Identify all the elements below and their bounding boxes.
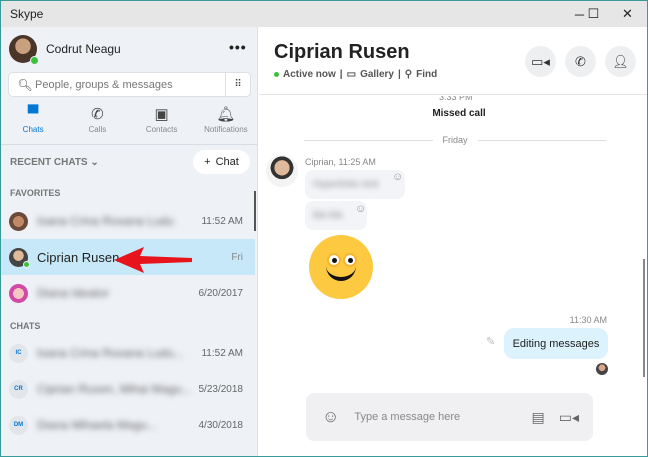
emoji-icon[interactable]: ☺ (322, 407, 339, 427)
react-emoji-icon[interactable]: ☺ (392, 171, 403, 183)
day-label: Friday (442, 135, 468, 145)
more-options-button[interactable]: ••• (229, 39, 247, 55)
contact-name: Diana Ideator (37, 286, 110, 300)
message-text: bla bla (313, 210, 343, 221)
tab-label: Notifications (204, 125, 248, 134)
chat-time: Fri (231, 251, 243, 263)
profile-name: Codrut Neagu (46, 42, 121, 56)
search-box[interactable]: 🔍︎ People, groups & messages ⠿ (8, 72, 251, 97)
gallery-icon: ▭ (346, 69, 357, 80)
chat-time: 5/23/2018 (198, 383, 244, 395)
message-input[interactable]: Type a message here (354, 411, 531, 423)
incoming-message[interactable]: Hyperlinks test (305, 170, 405, 199)
sender-avatar[interactable] (266, 155, 298, 187)
chat-time: 11:52 AM (201, 347, 243, 359)
video-message-icon[interactable]: ▭◂ (559, 409, 579, 426)
media-gallery-icon[interactable]: ▤ (532, 409, 545, 426)
chat-list-item[interactable]: DM Diana Mihaela Magu... 4/30/2018 (1, 407, 255, 443)
read-receipt-avatar (596, 363, 608, 375)
header-divider (259, 94, 647, 95)
avatar (9, 211, 28, 231)
recent-chats-dropdown[interactable]: RECENT CHATS ⌄ (10, 157, 99, 168)
search-input[interactable]: People, groups & messages (35, 79, 225, 91)
message-text: Hyperlinks test (313, 179, 379, 190)
missed-call-notice: Missed call (432, 108, 486, 119)
smiley-emoticon (309, 235, 373, 299)
conversation-title: Ciprian Rusen (274, 41, 410, 63)
day-divider: Friday (304, 135, 607, 145)
audio-call-button[interactable]: ✆ (565, 46, 596, 77)
contact-name: Ioana Crina Roxana Ludu... (37, 346, 184, 360)
skype-window: Skype ─ ☐ ✕ Codrut Neagu ••• 🔍︎ People, … (0, 0, 648, 457)
tab-label: Chats (22, 125, 44, 134)
online-status-icon (30, 56, 39, 65)
earlier-timestamp: 3:33 PM (439, 96, 473, 101)
search-icon: 🔍︎ (17, 77, 33, 92)
chat-list-item[interactable]: Diana Ideator 6/20/2017 (1, 275, 255, 311)
find-link[interactable]: Find (416, 69, 437, 80)
tab-label: Contacts (145, 125, 178, 134)
chat-list-item[interactable]: IC Ioana Crina Roxana Ludu... 11:52 AM (1, 335, 255, 371)
tab-notifications[interactable]: 🔔︎ Notifications (194, 105, 258, 144)
tab-contacts[interactable]: ▣ Contacts (130, 105, 194, 144)
new-chat-button[interactable]: + Chat (193, 150, 250, 174)
add-people-button[interactable]: 👤︎ (605, 46, 636, 77)
avatar-initials: IC (9, 343, 28, 363)
new-chat-label: Chat (215, 156, 239, 168)
my-message-time: 11:30 AM (569, 315, 607, 325)
add-person-icon: 👤︎ (612, 53, 629, 69)
bell-icon: 🔔︎ (216, 106, 236, 123)
window-title: Skype (10, 7, 44, 21)
avatar-initials: DM (9, 415, 28, 435)
gallery-link[interactable]: Gallery (360, 69, 394, 80)
sender-meta: Ciprian, 11:25 AM (305, 157, 376, 167)
tab-calls[interactable]: ✆ Calls (65, 105, 129, 144)
contact-name: Ioana Crina Roxana Ludu (37, 214, 174, 228)
video-call-button[interactable]: ▭◂ (525, 46, 556, 77)
avatar-initials: CR (9, 379, 28, 399)
chat-icon: ▀ (27, 105, 39, 122)
contacts-icon: ▣ (154, 106, 169, 123)
avatar (9, 283, 28, 303)
online-status-icon (23, 260, 30, 268)
message-composer[interactable]: ☺ Type a message here ▤ ▭◂ (306, 393, 593, 441)
favorites-heading: FAVORITES (10, 188, 61, 198)
outgoing-message[interactable]: Editing messages (504, 328, 608, 359)
avatar (9, 247, 30, 268)
plus-icon: + (204, 156, 211, 168)
sidebar-scrollbar[interactable] (254, 191, 256, 231)
chat-list-item[interactable]: CR Ciprian Rusen, Mihai Magu... 5/23/201… (1, 371, 255, 407)
chat-list-item[interactable]: Ioana Crina Roxana Ludu 11:52 AM (1, 203, 255, 239)
avatar (9, 35, 39, 65)
conversation-subtitle: Active now | ▭ Gallery | ⚲ Find (274, 69, 437, 80)
edited-pencil-icon: ✎ (486, 336, 496, 348)
contact-name: Diana Mihaela Magu... (37, 418, 158, 432)
contact-name: Ciprian Rusen, Mihai Magu... (37, 382, 192, 396)
chat-time: 6/20/2017 (198, 287, 244, 299)
sidebar: Codrut Neagu ••• 🔍︎ People, groups & mes… (1, 27, 258, 456)
close-button[interactable]: ✕ (605, 1, 647, 27)
chats-heading: CHATS (10, 321, 41, 331)
conversation-scrollbar[interactable] (643, 259, 645, 377)
tab-chats[interactable]: ▀ Chats (1, 105, 65, 144)
find-icon: ⚲ (404, 69, 413, 80)
red-arrow-annotation (114, 247, 192, 273)
dialpad-icon[interactable]: ⠿ (225, 73, 250, 96)
nav-tabs: ▀ Chats ✆ Calls ▣ Contacts 🔔︎ Notifications (1, 105, 258, 145)
conversation-pane: Ciprian Rusen Active now | ▭ Gallery | ⚲ Fin… (259, 27, 647, 456)
active-status-icon (274, 72, 279, 77)
chat-time: 11:52 AM (201, 215, 243, 227)
tab-label: Calls (88, 125, 107, 134)
phone-icon: ✆ (91, 106, 104, 123)
active-status: Active now (283, 69, 336, 80)
profile[interactable]: Codrut Neagu (9, 35, 121, 65)
video-camera-icon: ▭◂ (531, 53, 550, 69)
title-bar: Skype ─ ☐ ✕ (1, 1, 647, 27)
phone-icon: ✆ (575, 53, 586, 69)
chat-time: 4/30/2018 (198, 419, 244, 431)
react-emoji-icon[interactable]: ☺ (355, 203, 366, 215)
